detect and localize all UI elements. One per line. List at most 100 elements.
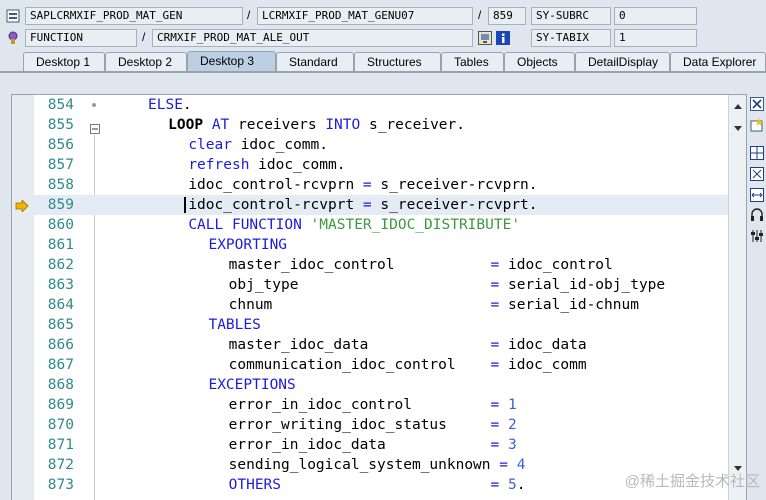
line-number: 861 [47,237,74,253]
sy-subrc-label: SY-SUBRC [531,7,611,25]
line-number: 867 [47,357,74,373]
program-icon [6,9,20,23]
code-line[interactable]: 857 refresh idoc_comm. [34,155,728,175]
code-text: communication_idoc_control = idoc_comm [228,357,587,373]
sy-tabix-value[interactable]: 1 [614,29,697,47]
code-line[interactable]: 863 obj_type = serial_id-obj_type [34,275,728,295]
code-line[interactable]: 855 LOOP AT receivers INTO s_receiver. [34,115,728,135]
code-line[interactable]: 858 idoc_control-rcvprn = s_receiver-rcvp… [34,175,728,195]
code-text: sending_logical_system_unknown = 4 [228,457,526,473]
code-line[interactable]: 859 idoc_control-rcvprt = s_receiver-rcvp… [34,195,728,215]
code-text: master_idoc_data = idoc_data [228,337,587,353]
code-line[interactable]: 871 error_in_idoc_data = 3 [34,435,728,455]
code-text: OTHERS = 5. [228,477,526,493]
watermark: @稀土掘金技术社区 [624,473,760,490]
info-icon[interactable] [496,31,510,45]
current-line-arrow-icon [15,200,29,212]
include-name-field[interactable]: LCRMXIF_PROD_MAT_GENU07 [257,7,473,25]
resize-horizontal-icon[interactable] [750,188,764,202]
line-number: 858 [47,177,74,193]
event-name-field[interactable]: CRMXIF_PROD_MAT_ALE_OUT [152,29,473,47]
code-text: refresh idoc_comm. [188,157,346,173]
sy-tabix-label: SY-TABIX [531,29,611,47]
headset-icon[interactable] [750,208,764,222]
settings-icon[interactable] [750,229,764,243]
line-number: 862 [47,257,74,273]
code-text: ELSE. [148,97,192,113]
tab-structures[interactable]: Structures [354,52,441,71]
code-text: CALL FUNCTION 'MASTER_IDOC_DISTRIBUTE' [188,217,521,233]
maximize-icon[interactable] [750,167,764,181]
separator: / [247,8,251,22]
code-text: chnum = serial_id-chnum [228,297,639,313]
code-text: error_in_idoc_control = 1 [228,397,517,413]
line-number-field[interactable]: 859 [488,7,526,25]
source-editor[interactable]: 854 ELSE. 855 LOOP AT receivers INTO s_rece… [11,94,747,500]
tab-desktop-1[interactable]: Desktop 1 [23,52,105,71]
code-text: clear idoc_comm. [188,137,328,153]
code-text: obj_type = serial_id-obj_type [228,277,666,293]
fold-dot-icon [92,103,96,107]
tab-tables[interactable]: Tables [441,52,504,71]
tab-desktop-2[interactable]: Desktop 2 [105,52,187,71]
debugger-tabs: Desktop 1 Desktop 2 Desktop 3 Standard S… [0,50,766,72]
line-number: 855 [47,117,74,133]
line-number: 859 [47,197,74,213]
source-area: 854 ELSE. 855 LOOP AT receivers INTO s_rece… [0,73,766,500]
code-line[interactable]: 868 EXCEPTIONS [34,375,728,395]
code-text: idoc_control-rcvprt = s_receiver-rcvprt. [188,197,538,213]
code-line[interactable]: 860 CALL FUNCTION 'MASTER_IDOC_DISTRIBUTE… [34,215,728,235]
function-icon [6,31,20,45]
new-window-icon[interactable] [750,118,764,132]
line-number: 864 [47,297,74,313]
scroll-down-icon[interactable] [729,121,747,135]
code-text: idoc_control-rcvprn = s_receiver-rcvprn. [188,177,538,193]
event-type-field[interactable]: FUNCTION [25,29,137,47]
program-name-field[interactable]: SAPLCRMXIF_PROD_MAT_GEN [25,7,243,25]
collapse-icon[interactable] [90,120,100,134]
line-number: 856 [47,137,74,153]
header-row-program: SAPLCRMXIF_PROD_MAT_GEN / LCRMXIF_PROD_M… [0,6,766,26]
display-source-icon[interactable] [478,31,492,45]
code-text: master_idoc_control = idoc_control [228,257,613,273]
tab-data-explorer[interactable]: Data Explorer [670,52,766,71]
line-number: 871 [47,437,74,453]
code-line[interactable]: 856 clear idoc_comm. [34,135,728,155]
line-number: 863 [47,277,74,293]
code-line[interactable]: 854 ELSE. [34,95,728,115]
header-row-event: FUNCTION / CRMXIF_PROD_MAT_ALE_OUT SY-TA… [0,28,766,48]
tab-detail-display[interactable]: DetailDisplay [575,52,670,71]
code-line[interactable]: 864 chnum = serial_id-chnum [34,295,728,315]
line-number: 857 [47,157,74,173]
line-number: 854 [47,97,74,113]
code-line[interactable]: 867 communication_idoc_control = idoc_com… [34,355,728,375]
close-icon[interactable] [750,97,764,111]
text-cursor [184,197,187,213]
tab-standard[interactable]: Standard [276,52,354,71]
code-line[interactable]: 862 master_idoc_control = idoc_control [34,255,728,275]
scroll-up-icon[interactable] [729,99,747,113]
line-number: 860 [47,217,74,233]
sy-subrc-value[interactable]: 0 [614,7,697,25]
breakpoint-margin[interactable] [12,95,34,500]
tab-objects[interactable]: Objects [504,52,575,71]
separator: / [478,8,482,22]
code-line[interactable]: 865 TABLES [34,315,728,335]
code-text: EXPORTING [208,237,288,253]
tab-desktop-3[interactable]: Desktop 3 [187,51,276,72]
line-number: 870 [47,417,74,433]
line-number: 872 [47,457,74,473]
line-number: 865 [47,317,74,333]
code-line[interactable]: 866 master_idoc_data = idoc_data [34,335,728,355]
grid-layout-icon[interactable] [750,146,764,160]
code-line[interactable]: 861 EXPORTING [34,235,728,255]
code-line[interactable]: 869 error_in_idoc_control = 1 [34,395,728,415]
code-text: error_in_idoc_data = 3 [228,437,517,453]
vertical-scrollbar[interactable] [728,95,747,500]
code-text: TABLES [208,317,261,333]
line-number: 866 [47,337,74,353]
line-number: 869 [47,397,74,413]
separator: / [142,30,146,44]
code-line[interactable]: 870 error_writing_idoc_status = 2 [34,415,728,435]
code-text: LOOP AT receivers INTO s_receiver. [168,117,465,133]
